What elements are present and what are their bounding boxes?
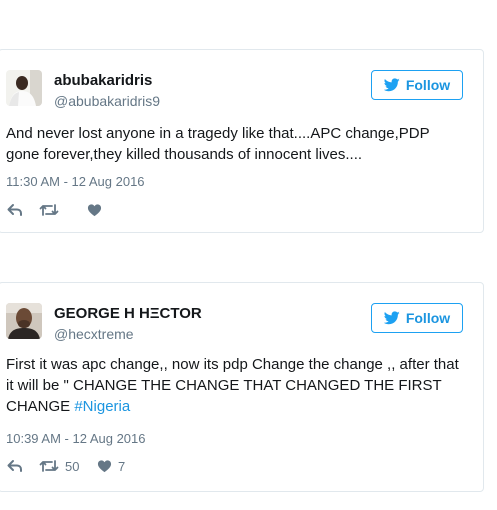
tweet-card: GEORGE H HΞCTOR @hecxtreme Follow First … [0, 282, 484, 492]
tweet-text: And never lost anyone in a tragedy like … [6, 125, 430, 163]
follow-label: Follow [405, 77, 451, 93]
user-names: abubakaridris @abubakaridris9 [54, 72, 160, 110]
hashtag-link[interactable]: #Nigeria [74, 398, 130, 415]
retweet-icon [39, 203, 59, 217]
screen-name[interactable]: @abubakaridris9 [54, 92, 160, 110]
reply-icon [7, 203, 23, 217]
display-name[interactable]: GEORGE H HΞCTOR [54, 305, 202, 323]
tweet-timestamp[interactable]: 10:39 AM - 12 Aug 2016 [6, 431, 146, 446]
user-names: GEORGE H HΞCTOR @hecxtreme [54, 305, 202, 343]
tweet-header: GEORGE H HΞCTOR @hecxtreme Follow [6, 303, 483, 343]
tweet-header: abubakaridris @abubakaridris9 Follow [6, 70, 483, 110]
like-count: 7 [118, 458, 126, 474]
avatar[interactable] [6, 70, 42, 106]
reply-icon [7, 459, 23, 473]
retweet-count: 50 [65, 458, 80, 474]
like-button[interactable]: 7 [97, 459, 125, 474]
display-name[interactable]: abubakaridris [54, 72, 160, 90]
retweet-button[interactable] [39, 203, 87, 217]
retweet-icon [39, 459, 59, 473]
avatar[interactable] [6, 303, 42, 339]
tweet-text: First it was apc change,, now its pdp Ch… [6, 354, 466, 417]
tweet-card: abubakaridris @abubakaridris9 Follow And… [0, 49, 484, 233]
follow-button[interactable]: Follow [371, 303, 463, 333]
twitter-bird-icon [383, 311, 400, 325]
follow-label: Follow [405, 310, 451, 326]
screen-name[interactable]: @hecxtreme [54, 325, 202, 343]
twitter-bird-icon [383, 78, 400, 92]
reply-button[interactable] [7, 459, 33, 473]
tweet-timestamp[interactable]: 11:30 AM - 12 Aug 2016 [6, 174, 145, 189]
reply-button[interactable] [7, 203, 33, 217]
tweet-actions [7, 201, 108, 219]
tweet-actions: 50 7 [7, 457, 125, 475]
follow-button[interactable]: Follow [371, 70, 463, 100]
heart-icon [87, 203, 102, 217]
heart-icon [97, 459, 112, 473]
like-button[interactable] [87, 203, 108, 217]
retweet-button[interactable]: 50 [39, 459, 97, 474]
